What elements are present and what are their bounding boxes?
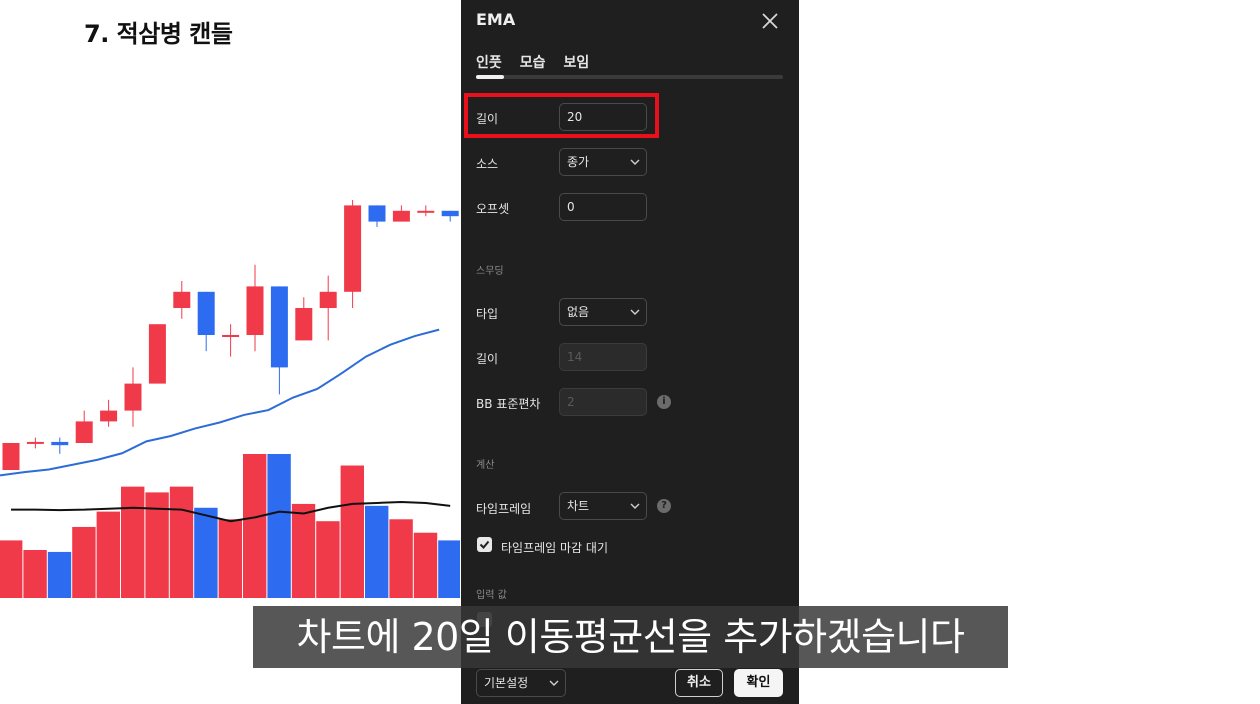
smoothing-type-label: 타입 xyxy=(476,307,499,321)
ema-line xyxy=(0,328,440,477)
help-icon[interactable]: ? xyxy=(657,499,671,513)
candle-body xyxy=(319,291,337,308)
volume-bar xyxy=(316,521,340,598)
cancel-button[interactable]: 취소 xyxy=(675,669,723,697)
source-select[interactable]: 종가 xyxy=(559,148,647,176)
volume-bar xyxy=(72,526,96,598)
volume-bar xyxy=(438,540,460,598)
chevron-down-icon xyxy=(630,503,640,509)
tab-active-indicator xyxy=(476,75,504,79)
tab-bar: 인풋 모습 보임 xyxy=(476,52,589,72)
ema-settings-dialog: EMA 인풋 모습 보임 길이 20 소스 종가 오프셋 0 스무딩 타입 없음… xyxy=(461,0,799,704)
candle-body xyxy=(2,443,20,470)
volume-bar xyxy=(389,519,413,598)
candle-body xyxy=(51,441,69,446)
volume-bar xyxy=(340,465,364,598)
timeframe-value: 차트 xyxy=(567,499,590,513)
candle-body xyxy=(222,335,240,337)
chevron-down-icon xyxy=(630,309,640,315)
tab-inputs[interactable]: 인풋 xyxy=(476,52,502,72)
volume-bar xyxy=(218,519,242,598)
smoothing-section-label: 스무딩 xyxy=(476,266,504,277)
volume-bar xyxy=(267,454,291,598)
source-label: 소스 xyxy=(476,157,499,171)
smoothing-type-value: 없음 xyxy=(567,305,590,319)
candle-body xyxy=(100,410,118,422)
inputs-section-label: 입력 값 xyxy=(476,590,507,601)
volume-bar xyxy=(23,550,47,598)
bb-stddev-label: BB 표준편차 xyxy=(476,397,541,411)
checkmark-icon xyxy=(479,540,490,549)
timeframe-select[interactable]: 차트 xyxy=(559,492,647,520)
length-label: 길이 xyxy=(476,112,499,126)
dialog-title: EMA xyxy=(476,10,516,29)
volume-bar xyxy=(121,486,145,598)
candle-body xyxy=(26,441,44,444)
volume-bar xyxy=(96,511,120,598)
tab-visibility[interactable]: 보임 xyxy=(564,52,590,72)
candle-body xyxy=(197,291,215,335)
calc-section-label: 계산 xyxy=(476,460,495,471)
chevron-down-icon xyxy=(549,680,559,686)
price-chart xyxy=(0,200,460,598)
candle-body xyxy=(368,205,386,222)
volume-bar xyxy=(169,486,194,598)
volume-bar xyxy=(0,540,23,598)
offset-label: 오프셋 xyxy=(476,202,510,216)
volume-bar xyxy=(413,532,438,598)
candle-body xyxy=(75,421,93,443)
close-icon[interactable] xyxy=(759,10,781,32)
info-icon[interactable]: i xyxy=(657,395,671,409)
bb-stddev-input[interactable]: 2 xyxy=(559,388,647,416)
candle-body xyxy=(246,286,264,335)
smoothing-length-label: 길이 xyxy=(476,352,499,366)
length-input[interactable]: 20 xyxy=(559,103,647,131)
candle-body xyxy=(417,210,435,213)
source-value: 종가 xyxy=(567,155,590,169)
smoothing-type-select[interactable]: 없음 xyxy=(559,298,647,326)
tab-track xyxy=(476,75,783,79)
volume-bar xyxy=(365,505,389,598)
volume-bar xyxy=(47,551,72,598)
tab-style[interactable]: 모습 xyxy=(520,52,546,72)
smoothing-length-input[interactable]: 14 xyxy=(559,343,647,371)
volume-bar xyxy=(243,454,267,598)
candle-body xyxy=(173,291,191,308)
candle-body xyxy=(270,286,288,368)
defaults-label: 기본설정 xyxy=(484,676,529,690)
wait-close-label: 타임프레임 마감 대기 xyxy=(501,541,608,555)
candle-body xyxy=(441,210,459,217)
candle-body xyxy=(344,205,362,292)
volume-bar xyxy=(291,503,316,598)
candle-body xyxy=(392,210,410,222)
page-title: 7. 적삼병 캔들 xyxy=(84,20,233,48)
ok-button[interactable]: 확인 xyxy=(734,669,783,697)
volume-bar xyxy=(194,507,218,598)
candle-body xyxy=(295,308,313,341)
timeframe-label: 타임프레임 xyxy=(476,502,532,516)
offset-input[interactable]: 0 xyxy=(559,193,647,221)
defaults-select[interactable]: 기본설정 xyxy=(476,669,566,697)
candle-body xyxy=(148,324,166,384)
candle-body xyxy=(124,383,142,411)
wait-close-checkbox[interactable] xyxy=(477,537,492,552)
chevron-down-icon xyxy=(630,159,640,165)
video-subtitle: 차트에 20일 이동평균선을 추가하겠습니다 xyxy=(253,606,1008,668)
